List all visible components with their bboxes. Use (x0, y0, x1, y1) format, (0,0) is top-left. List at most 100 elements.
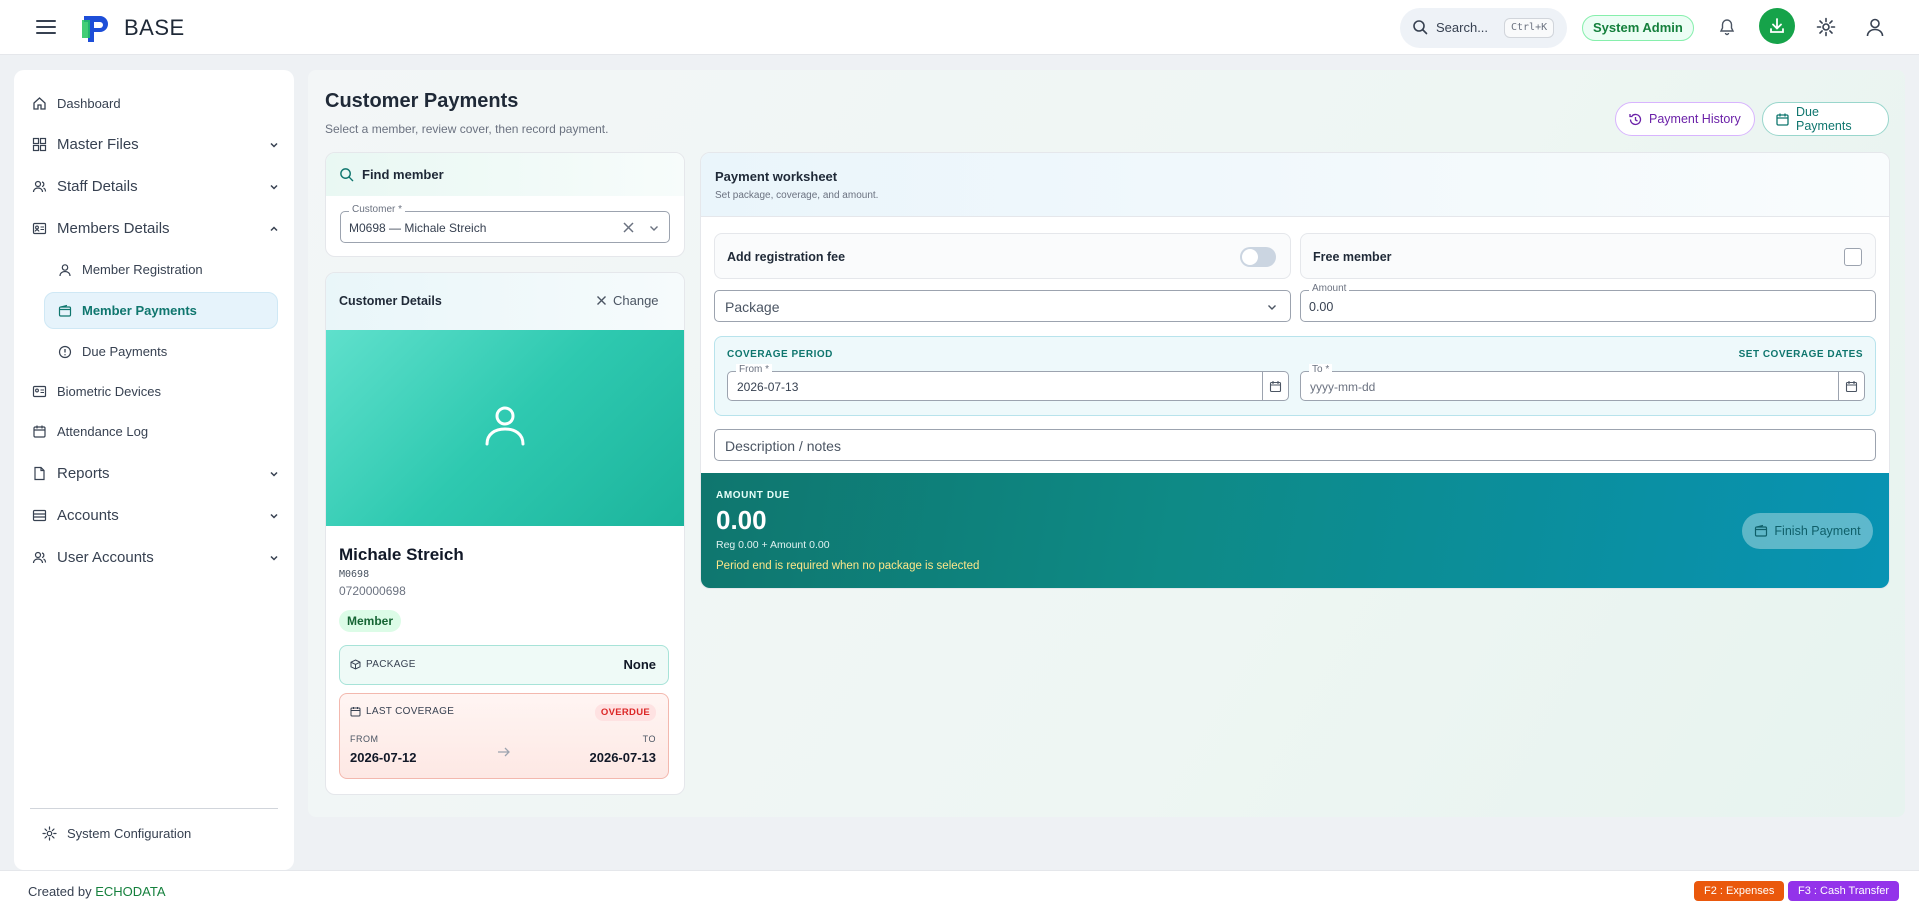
credit-brand-link[interactable]: ECHODATA (95, 884, 165, 899)
package-label-text: PACKAGE (366, 659, 416, 670)
sidebar-item-reports[interactable]: Reports (32, 465, 278, 482)
amount-label: Amount (1309, 283, 1350, 294)
sidebar-item-label: Members Details (57, 220, 170, 237)
coverage-from-label: FROM (350, 734, 379, 744)
package-placeholder: Package (725, 299, 780, 315)
sidebar-item-attendance-log[interactable]: Attendance Log (32, 424, 148, 439)
chevron-down-icon (268, 181, 280, 193)
sidebar-item-label: User Accounts (57, 549, 154, 566)
validation-warning: Period end is required when no package i… (716, 560, 980, 572)
finish-payment-button[interactable]: Finish Payment (1742, 513, 1873, 549)
user-icon[interactable] (1862, 14, 1888, 40)
bell-icon[interactable] (1714, 14, 1740, 40)
brand-logo-icon (80, 12, 114, 44)
calendar-icon (350, 706, 361, 717)
payment-history-button[interactable]: Payment History (1615, 102, 1755, 136)
registration-fee-toggle[interactable] (1240, 247, 1276, 267)
sidebar-item-member-registration[interactable]: Member Registration (58, 262, 203, 277)
coverage-from-field[interactable]: From * 2026-07-13 (727, 364, 1289, 401)
f3-cash-transfer-button[interactable]: F3 : Cash Transfer (1788, 881, 1900, 901)
chevron-down-icon (268, 468, 280, 480)
sidebar-item-label: System Configuration (67, 826, 192, 841)
free-member-checkbox[interactable] (1844, 248, 1862, 266)
id-card-icon (32, 221, 47, 236)
wallet-icon (1754, 524, 1768, 538)
top-header: BASE Search... Ctrl+K System Admin (0, 0, 1919, 55)
arrow-right-icon (497, 746, 511, 758)
sidebar-item-due-payments[interactable]: Due Payments (58, 344, 167, 359)
package-select[interactable]: Package (714, 290, 1291, 322)
change-customer-button[interactable]: Change (596, 293, 659, 308)
download-button[interactable] (1759, 8, 1795, 44)
f2-expenses-button[interactable]: F2 : Expenses (1694, 881, 1785, 901)
notes-placeholder: Description / notes (725, 438, 841, 454)
customer-details-card: Customer Details Change Michale Streich … (325, 272, 685, 795)
coverage-to-field[interactable]: To * yyyy-mm-dd (1300, 364, 1865, 401)
sidebar-divider (30, 808, 278, 809)
layers-icon (32, 508, 47, 523)
amount-due-panel: AMOUNT DUE 0.00 Reg 0.00 + Amount 0.00 P… (701, 473, 1889, 588)
sidebar-item-user-accounts[interactable]: User Accounts (32, 549, 278, 566)
download-icon (1768, 17, 1786, 35)
from-value: 2026-07-13 (737, 380, 799, 394)
menu-icon[interactable] (34, 16, 58, 38)
sidebar-item-biometric-devices[interactable]: Biometric Devices (32, 384, 161, 399)
calendar-icon[interactable] (1838, 372, 1864, 400)
due-payments-button[interactable]: Due Payments (1762, 102, 1889, 136)
worksheet-subtitle: Set package, coverage, and amount. (715, 190, 879, 201)
chevron-down-icon (268, 552, 280, 564)
brand-name: BASE (124, 15, 185, 40)
last-coverage-label: LAST COVERAGE (350, 706, 454, 717)
registration-fee-label: Add registration fee (727, 250, 846, 264)
sidebar-item-master-files[interactable]: Master Files (32, 136, 278, 153)
credit-prefix: Created by (28, 884, 92, 899)
customer-value: M0698 — Michale Streich (349, 221, 487, 235)
last-coverage-label-text: LAST COVERAGE (366, 706, 455, 717)
close-icon[interactable] (622, 221, 635, 234)
id-card-icon (32, 384, 47, 399)
amount-breakdown: Reg 0.00 + Amount 0.00 (716, 539, 830, 551)
footer: Created by ECHODATA F2 : Expenses F3 : C… (0, 870, 1919, 910)
sidebar-item-system-configuration[interactable]: System Configuration (42, 826, 191, 841)
package-summary: PACKAGE None (339, 645, 669, 685)
member-photo (326, 330, 684, 526)
free-member-option: Free member (1300, 233, 1876, 279)
sidebar-item-member-payments[interactable]: Member Payments (58, 303, 197, 318)
coverage-to-date: 2026-07-13 (589, 750, 657, 765)
package-value: None (623, 657, 657, 672)
member-phone: 0720000698 (339, 584, 406, 598)
payment-history-label: Payment History (1649, 112, 1741, 126)
sidebar-item-dashboard[interactable]: Dashboard (32, 96, 121, 111)
coverage-period-section: COVERAGE PERIOD SET COVERAGE DATES From … (714, 336, 1876, 416)
sidebar-item-staff-details[interactable]: Staff Details (32, 178, 278, 195)
sidebar-item-label: Reports (57, 465, 110, 482)
calendar-icon[interactable] (1262, 372, 1288, 400)
sidebar-item-label: Master Files (57, 136, 139, 153)
due-payments-label: Due Payments (1796, 105, 1852, 133)
grid-icon (32, 137, 47, 152)
set-coverage-dates-link[interactable]: SET COVERAGE DATES (1739, 349, 1863, 360)
sidebar-item-accounts[interactable]: Accounts (32, 507, 278, 524)
worksheet-header: Payment worksheet Set package, coverage,… (701, 153, 1889, 217)
chevron-down-icon[interactable] (648, 222, 660, 234)
gear-icon[interactable] (1813, 14, 1839, 40)
payment-worksheet-card: Payment worksheet Set package, coverage,… (700, 152, 1890, 589)
customer-select[interactable]: Customer * M0698 — Michale Streich (340, 204, 670, 243)
overdue-badge: OVERDUE (594, 704, 656, 721)
change-label: Change (613, 293, 659, 308)
sidebar-item-members-details[interactable]: Members Details (32, 220, 278, 237)
calendar-icon (1775, 112, 1790, 127)
role-badge[interactable]: System Admin (1582, 15, 1694, 41)
footer-credit: Created by ECHODATA (28, 884, 166, 899)
sidebar-item-label: Due Payments (82, 344, 168, 359)
amount-field[interactable]: Amount 0.00 (1300, 283, 1876, 322)
member-name: Michale Streich (339, 545, 464, 564)
free-member-label: Free member (1313, 250, 1392, 264)
member-id: M0698 (339, 569, 370, 580)
customer-label: Customer * (349, 204, 406, 215)
member-type-badge: Member (339, 610, 402, 632)
description-notes-field[interactable]: Description / notes (714, 429, 1876, 461)
search-icon (1412, 19, 1428, 35)
find-member-header: Find member (326, 153, 684, 196)
global-search[interactable]: Search... Ctrl+K (1400, 8, 1567, 48)
